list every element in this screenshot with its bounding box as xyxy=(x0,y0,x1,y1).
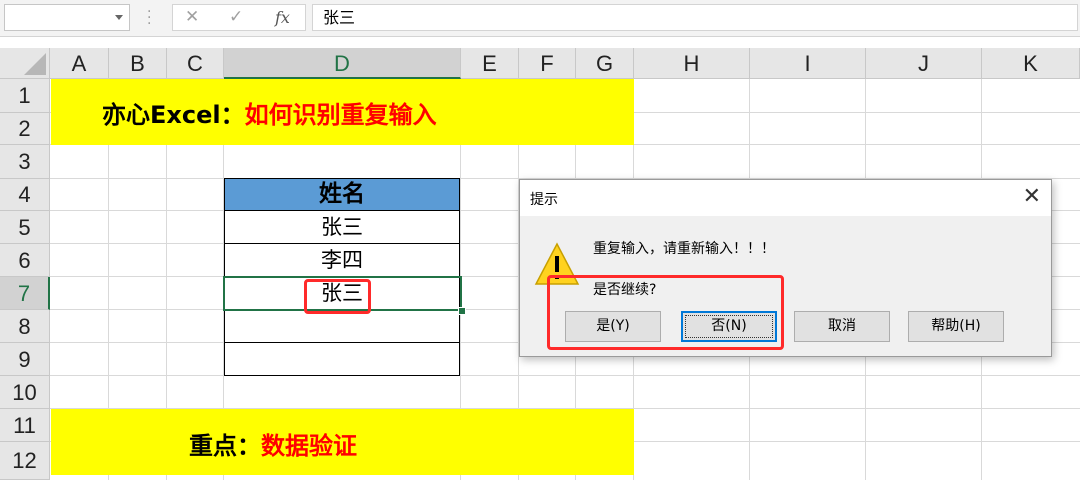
table-cell-d6[interactable]: 李四 xyxy=(224,244,460,277)
column-header-c[interactable]: C xyxy=(167,48,224,79)
row-header-7[interactable]: 7 xyxy=(0,277,50,310)
row-header-1[interactable]: 1 xyxy=(0,79,50,113)
row-header-6[interactable]: 6 xyxy=(0,244,50,277)
more-options-icon: · · · xyxy=(147,4,152,32)
row-header-12[interactable]: 12 xyxy=(0,442,50,480)
dialog-titlebar: 提示 ✕ xyxy=(520,180,1051,216)
row-header-5[interactable]: 5 xyxy=(0,211,50,244)
column-header-j[interactable]: J xyxy=(866,48,982,79)
chevron-down-icon[interactable] xyxy=(115,15,123,20)
formula-bar: · · · ✕ ✓ fx 张三 xyxy=(0,0,1080,37)
insert-function-icon[interactable]: fx xyxy=(275,8,290,27)
row-header-8[interactable]: 8 xyxy=(0,310,50,343)
table-cell-d8[interactable] xyxy=(224,310,460,343)
row-header-11[interactable]: 11 xyxy=(0,409,50,442)
row-header-9[interactable]: 9 xyxy=(0,343,50,376)
key-point-prefix: 重点： xyxy=(189,432,261,460)
row-header-4[interactable]: 4 xyxy=(0,179,50,211)
select-all-button[interactable] xyxy=(0,48,50,79)
cancel-icon[interactable]: ✕ xyxy=(185,7,199,27)
column-header-e[interactable]: E xyxy=(461,48,519,79)
name-box[interactable] xyxy=(4,4,130,31)
formula-buttons: ✕ ✓ fx xyxy=(172,4,306,31)
key-point-topic: 数据验证 xyxy=(261,432,357,460)
name-column-header[interactable]: 姓名 xyxy=(224,178,460,211)
column-header-f[interactable]: F xyxy=(519,48,576,79)
toolbar-gap xyxy=(0,37,1080,48)
row-header-10[interactable]: 10 xyxy=(0,376,50,409)
enter-icon[interactable]: ✓ xyxy=(229,7,243,27)
column-header-h[interactable]: H xyxy=(634,48,750,79)
column-header-d[interactable]: D xyxy=(224,48,461,79)
dialog-title: 提示 xyxy=(530,192,558,208)
grid-row-line xyxy=(50,375,1080,376)
column-header-i[interactable]: I xyxy=(750,48,866,79)
sheet-title: 亦心Excel：如何识别重复输入 xyxy=(102,95,437,130)
key-point: 重点：数据验证 xyxy=(189,426,357,461)
formula-input[interactable]: 张三 xyxy=(312,4,1078,31)
dialog-message: 重复输入，请重新输入！！！ xyxy=(593,241,775,257)
table-cell-d9[interactable] xyxy=(224,343,460,376)
column-header-a[interactable]: A xyxy=(50,48,109,79)
buttons-highlight-box xyxy=(547,275,784,350)
column-header-g[interactable]: G xyxy=(576,48,634,79)
close-icon[interactable]: ✕ xyxy=(1023,186,1041,208)
row-header-3[interactable]: 3 xyxy=(0,145,50,179)
duplicate-highlight-box xyxy=(304,279,371,314)
table-cell-d5[interactable]: 张三 xyxy=(224,211,460,244)
column-header-k[interactable]: K xyxy=(982,48,1080,79)
cancel-button[interactable]: 取消 xyxy=(794,311,890,342)
help-button[interactable]: 帮助(H) xyxy=(908,311,1004,342)
sheet-title-topic: 如何识别重复输入 xyxy=(244,101,437,129)
fill-handle[interactable] xyxy=(458,307,466,315)
sheet-title-prefix: 亦心Excel： xyxy=(102,101,245,129)
column-header-b[interactable]: B xyxy=(109,48,167,79)
row-header-2[interactable]: 2 xyxy=(0,113,50,145)
